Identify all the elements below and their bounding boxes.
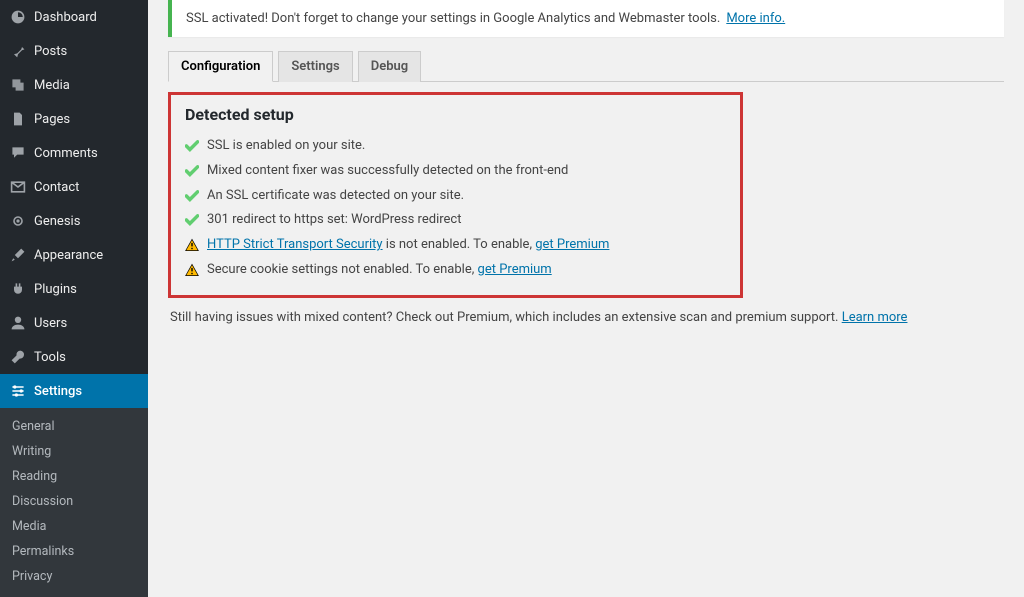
sidebar-item-label: Media [34,78,140,93]
status-text: SSL is enabled on your site. [207,136,365,157]
sidebar-item-media[interactable]: Media [0,68,148,102]
genesis-icon [8,211,28,231]
tab-configuration[interactable]: Configuration [168,51,273,82]
sidebar-item-genesis[interactable]: Genesis [0,204,148,238]
sidebar-item-label: Comments [34,146,140,161]
detected-setup-panel: Detected setup SSL is enabled on your si… [168,92,743,298]
bottom-note: Still having issues with mixed content? … [168,298,1004,337]
status-line: Mixed content fixer was successfully det… [185,159,726,184]
get-premium-link[interactable]: get Premium [535,237,609,252]
sidebar-item-settings[interactable]: Settings [0,374,148,408]
page-icon [8,109,28,129]
media-icon [8,75,28,95]
sidebar-item-posts[interactable]: Posts [0,34,148,68]
sidebar-item-label: Pages [34,112,140,127]
sidebar-item-pages[interactable]: Pages [0,102,148,136]
user-icon [8,313,28,333]
sidebar-item-label: Users [34,316,140,331]
sidebar-item-label: Appearance [34,248,140,263]
warning-icon [185,238,199,252]
submenu-item-reading[interactable]: Reading [0,464,148,489]
tab-settings[interactable]: Settings [278,51,352,82]
submenu-item-general[interactable]: General [0,414,148,439]
notice-more-info-link[interactable]: More info. [726,11,785,26]
tab-debug[interactable]: Debug [358,51,421,82]
status-text: Secure cookie settings not enabled. To e… [207,260,552,281]
plug-icon [8,279,28,299]
sidebar-item-label: Settings [34,384,140,399]
sidebar-item-plugins[interactable]: Plugins [0,272,148,306]
sidebar-item-appearance[interactable]: Appearance [0,238,148,272]
learn-more-link[interactable]: Learn more [842,310,908,325]
status-line: SSL is enabled on your site. [185,134,726,159]
notice-text: SSL activated! Don't forget to change yo… [186,11,720,26]
admin-sidebar: Dashboard Posts Media Pages Comments Con… [0,0,148,584]
mail-icon [8,177,28,197]
submenu-item-privacy[interactable]: Privacy [0,564,148,589]
sidebar-item-comments[interactable]: Comments [0,136,148,170]
sidebar-item-dashboard[interactable]: Dashboard [0,0,148,34]
submenu-item-writing[interactable]: Writing [0,439,148,464]
status-line: An SSL certificate was detected on your … [185,184,726,209]
sidebar-item-users[interactable]: Users [0,306,148,340]
submenu-item-media[interactable]: Media [0,514,148,539]
submenu-item-permalinks[interactable]: Permalinks [0,539,148,564]
bottom-note-text: Still having issues with mixed content? … [170,310,842,325]
hsts-link[interactable]: HTTP Strict Transport Security [207,237,383,252]
tab-bar: Configuration Settings Debug [168,51,1004,82]
settings-submenu: General Writing Reading Discussion Media… [0,408,148,597]
brush-icon [8,245,28,265]
check-icon [185,139,199,153]
status-text: HTTP Strict Transport Security is not en… [207,235,609,256]
sidebar-item-tools[interactable]: Tools [0,340,148,374]
sidebar-item-label: Tools [34,350,140,365]
check-icon [185,164,199,178]
panel-title: Detected setup [185,105,726,124]
status-text: Mixed content fixer was successfully det… [207,161,568,182]
status-line: Secure cookie settings not enabled. To e… [185,258,726,283]
status-line: HTTP Strict Transport Security is not en… [185,233,726,258]
status-line: 301 redirect to https set: WordPress red… [185,208,726,233]
get-premium-link[interactable]: get Premium [478,262,552,277]
sidebar-item-label: Posts [34,44,140,59]
submenu-item-discussion[interactable]: Discussion [0,489,148,514]
check-icon [185,189,199,203]
sidebar-item-label: Plugins [34,282,140,297]
sliders-icon [8,381,28,401]
sidebar-item-label: Genesis [34,214,140,229]
sidebar-item-label: Dashboard [34,10,140,25]
pin-icon [8,41,28,61]
sidebar-item-contact[interactable]: Contact [0,170,148,204]
check-icon [185,213,199,227]
status-text: 301 redirect to https set: WordPress red… [207,210,461,231]
main-content: SSL activated! Don't forget to change yo… [148,0,1024,584]
dashboard-icon [8,7,28,27]
status-text: An SSL certificate was detected on your … [207,186,464,207]
sidebar-item-label: Contact [34,180,140,195]
ssl-activated-notice: SSL activated! Don't forget to change yo… [168,0,1004,37]
comment-icon [8,143,28,163]
wrench-icon [8,347,28,367]
warning-icon [185,263,199,277]
